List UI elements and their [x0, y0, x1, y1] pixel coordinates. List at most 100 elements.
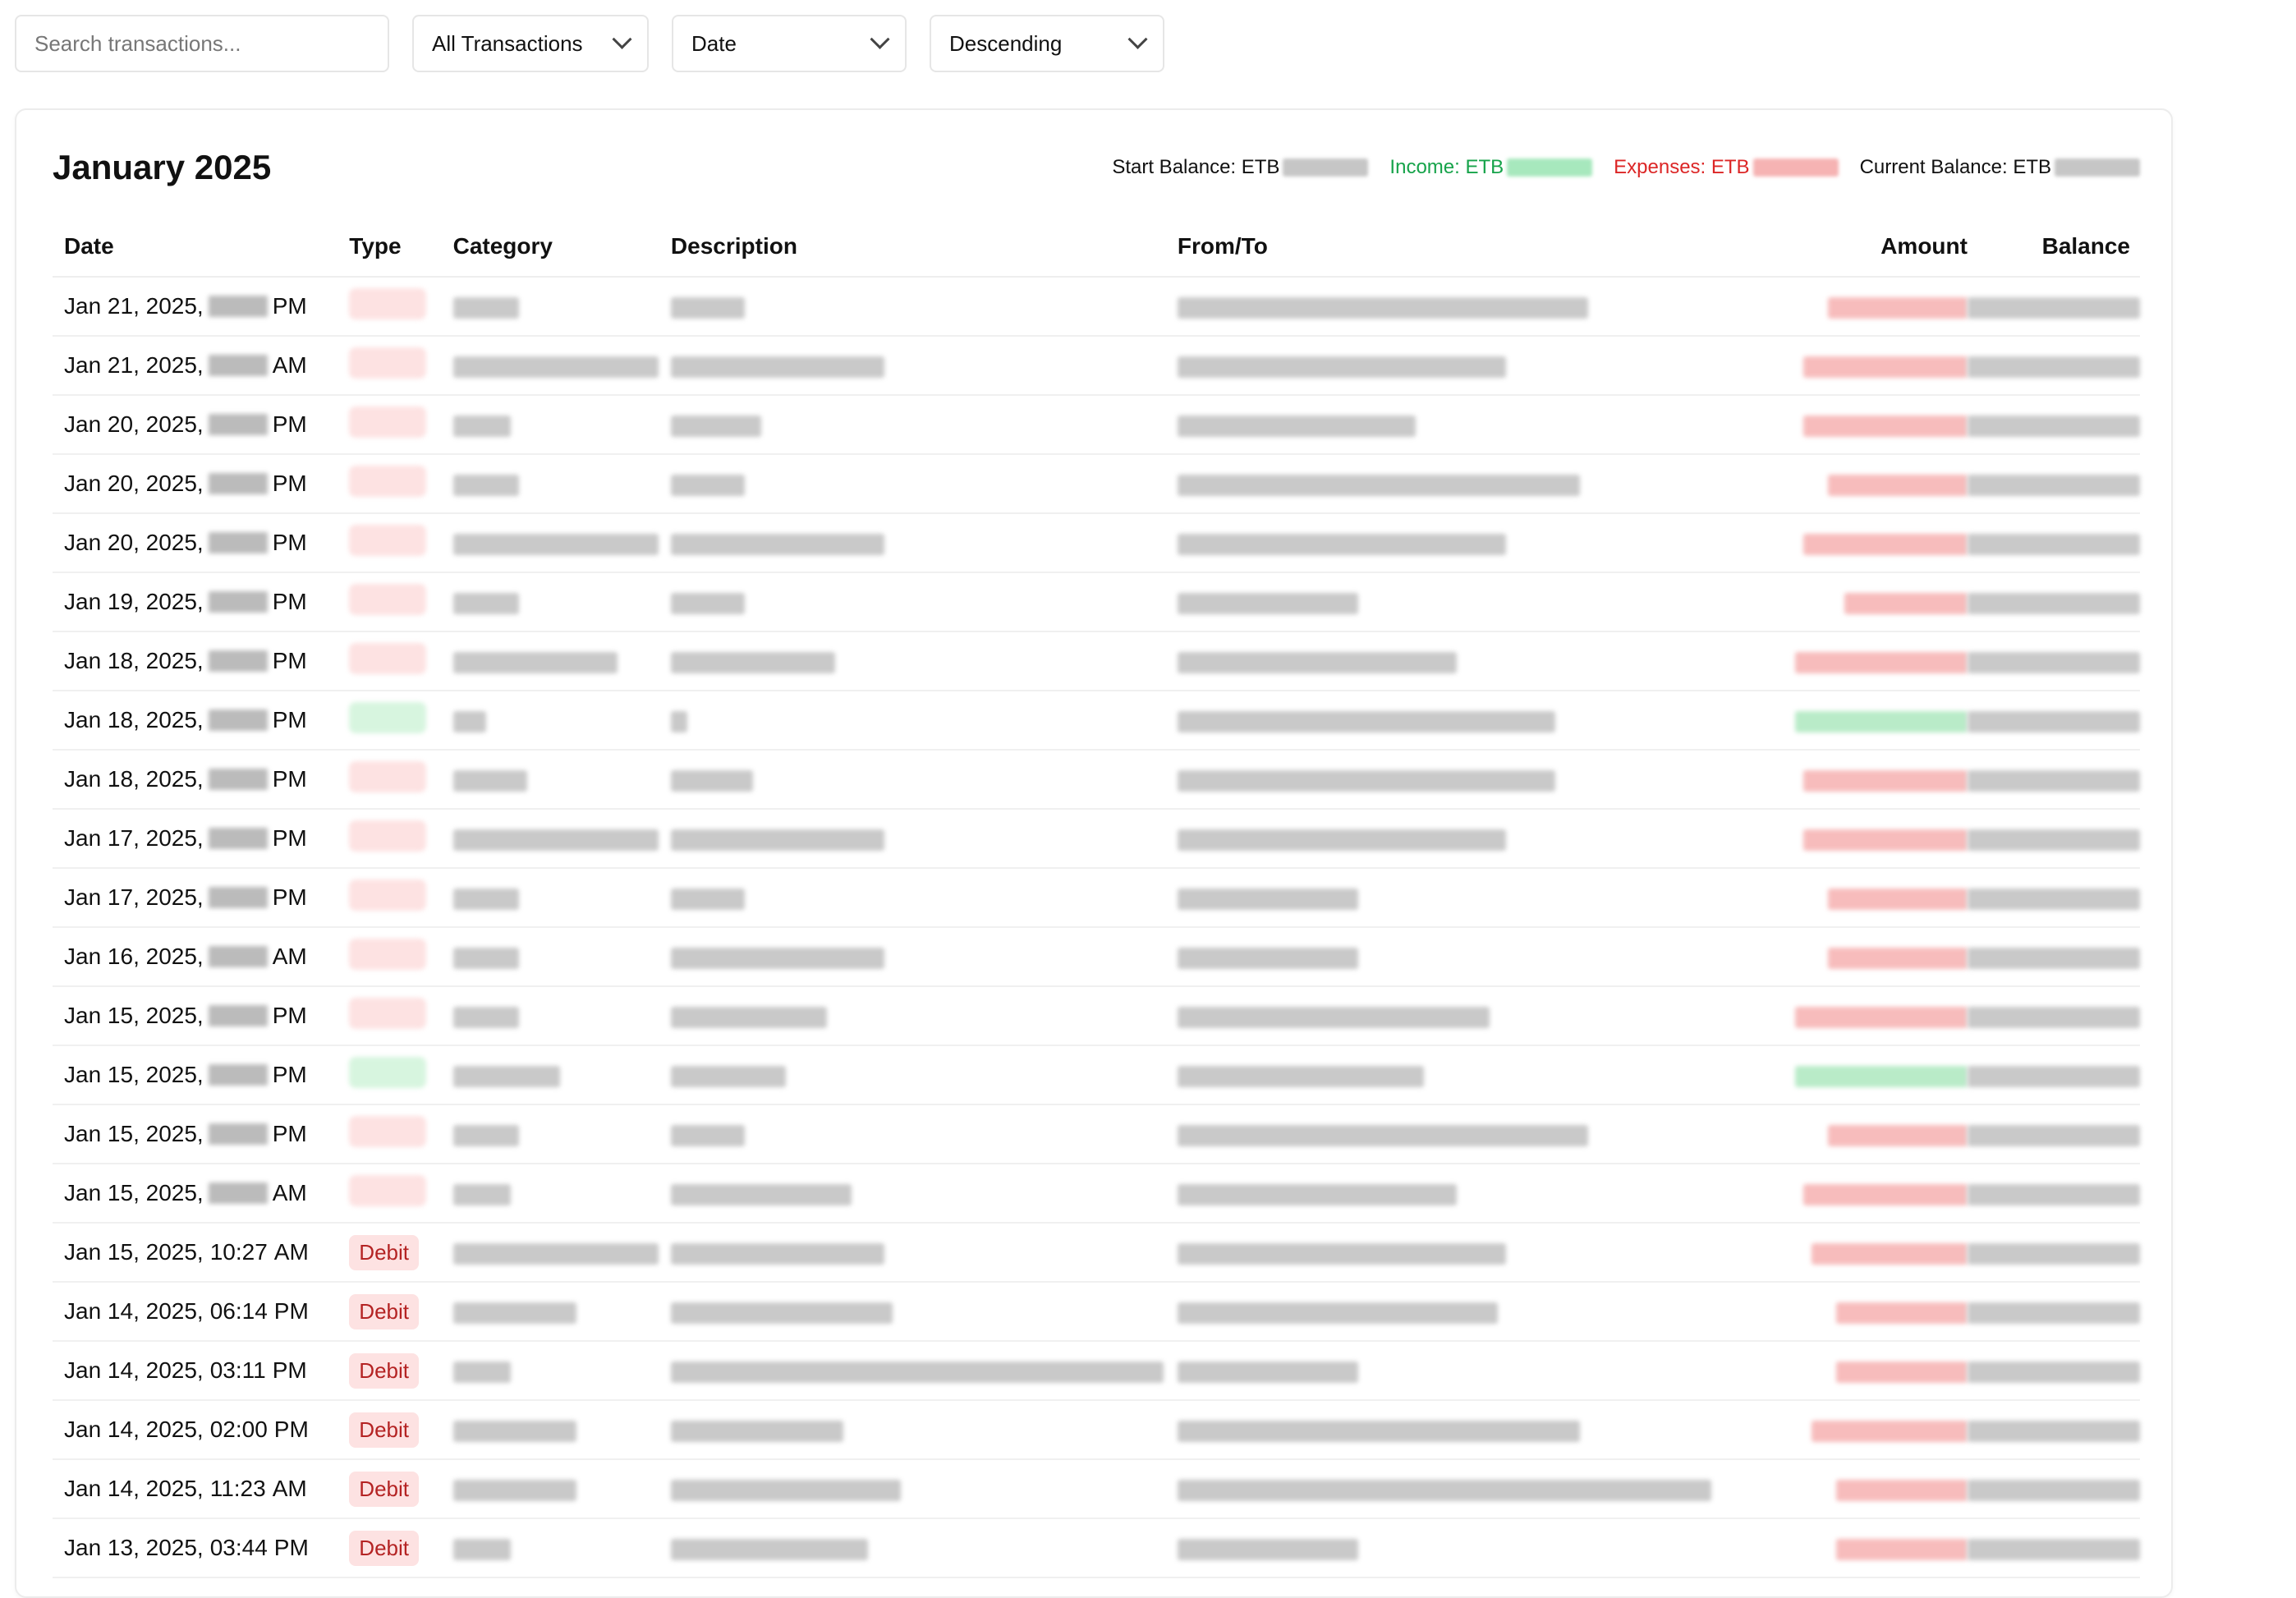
balance-cell	[1967, 927, 2140, 987]
from-to-cell	[1177, 631, 1795, 691]
redacted-balance	[1968, 1538, 2140, 1560]
column-header-amount[interactable]: Amount	[1794, 217, 1968, 278]
date-text: Jan 19, 2025,	[64, 589, 204, 614]
redacted-balance	[1968, 1242, 2140, 1265]
table-row[interactable]: Jan 17, 2025, PM	[53, 809, 2140, 869]
table-row[interactable]: Jan 15, 2025, PM	[53, 986, 2140, 1046]
ampm-text: PM	[272, 589, 307, 614]
table-row[interactable]: Jan 14, 2025, 06:14 PM Debit	[53, 1282, 2140, 1342]
redacted-value	[2055, 158, 2140, 177]
redacted-description	[670, 1538, 868, 1560]
column-header-type[interactable]: Type	[349, 217, 453, 278]
sort-order-select[interactable]: Descending	[930, 15, 1164, 72]
redacted-description	[670, 1183, 852, 1205]
date-value: Jan 16, 2025, AM	[64, 944, 349, 970]
table-row[interactable]: Jan 21, 2025, AM	[53, 336, 2140, 396]
from-to-cell	[1177, 277, 1795, 337]
transaction-type-select[interactable]: All Transactions	[412, 15, 649, 72]
redacted-balance	[1968, 1065, 2140, 1087]
redacted-amount	[1802, 415, 1968, 437]
balance-cell	[1967, 1459, 2140, 1519]
redacted-category	[452, 1420, 576, 1442]
description-cell	[670, 691, 1178, 751]
table-row[interactable]: Jan 18, 2025, PM	[53, 631, 2140, 691]
type-cell	[349, 809, 453, 869]
date-text: Jan 17, 2025,	[64, 884, 204, 910]
from-to-cell	[1177, 395, 1795, 455]
redacted-description	[670, 947, 884, 969]
balance-cell	[1967, 1400, 2140, 1460]
type-badge	[349, 879, 427, 911]
redacted-balance	[1968, 592, 2140, 614]
redacted-amount	[1827, 474, 1968, 496]
from-to-cell	[1177, 1104, 1795, 1164]
balance-cell	[1967, 691, 2140, 751]
table-row[interactable]: Jan 20, 2025, PM	[53, 454, 2140, 514]
redacted-amount	[1794, 651, 1968, 673]
category-cell	[452, 1341, 671, 1401]
table-row[interactable]: Jan 14, 2025, 03:11 PM Debit	[53, 1341, 2140, 1401]
type-badge: Debit	[349, 1352, 419, 1389]
table-row[interactable]: Jan 18, 2025, PM	[53, 691, 2140, 751]
date-text: Jan 18, 2025,	[64, 766, 204, 792]
redacted-balance	[1968, 947, 2140, 969]
balance-cell	[1967, 572, 2140, 632]
table-row[interactable]: Jan 14, 2025, 02:00 PM Debit	[53, 1400, 2140, 1460]
table-row[interactable]: Jan 13, 2025, 03:44 PM Debit	[53, 1518, 2140, 1578]
redacted-time	[208, 1123, 268, 1145]
date-value: Jan 14, 2025, 11:23 AM	[64, 1476, 349, 1502]
redacted-amount	[1802, 1183, 1968, 1205]
table-row[interactable]: Jan 20, 2025, PM	[53, 513, 2140, 573]
date-value: Jan 15, 2025, PM	[64, 1062, 349, 1088]
redacted-category	[452, 1006, 519, 1028]
date-cell: Jan 14, 2025, 11:23 AM	[53, 1459, 350, 1519]
redacted-counterparty	[1177, 592, 1358, 614]
table-row[interactable]: Jan 15, 2025, AM	[53, 1164, 2140, 1224]
search-input[interactable]	[15, 15, 389, 72]
redacted-amount	[1827, 1124, 1968, 1146]
table-row[interactable]: Jan 17, 2025, PM	[53, 868, 2140, 928]
table-row[interactable]: Jan 15, 2025, 10:27 AM Debit	[53, 1223, 2140, 1283]
column-header-description[interactable]: Description	[670, 217, 1178, 278]
redacted-balance	[1968, 533, 2140, 555]
redacted-description	[670, 533, 884, 555]
date-value: Jan 19, 2025, PM	[64, 589, 349, 615]
table-row[interactable]: Jan 21, 2025, PM	[53, 277, 2140, 337]
table-row[interactable]: Jan 15, 2025, PM	[53, 1045, 2140, 1105]
column-header-from-to[interactable]: From/To	[1177, 217, 1795, 278]
table-row[interactable]: Jan 14, 2025, 11:23 AM Debit	[53, 1459, 2140, 1519]
table-row[interactable]: Jan 19, 2025, PM	[53, 572, 2140, 632]
redacted-balance	[1968, 474, 2140, 496]
ampm-text: AM	[272, 944, 307, 969]
table-row[interactable]: Jan 20, 2025, PM	[53, 395, 2140, 455]
sort-field-select[interactable]: Date	[672, 15, 907, 72]
column-header-date[interactable]: Date	[53, 217, 350, 278]
date-cell: Jan 17, 2025, PM	[53, 809, 350, 869]
date-cell: Jan 15, 2025, PM	[53, 986, 350, 1046]
amount-cell	[1794, 1459, 1968, 1519]
date-cell: Jan 14, 2025, 02:00 PM	[53, 1400, 350, 1460]
type-cell: Debit	[349, 1400, 453, 1460]
redacted-balance	[1968, 1124, 2140, 1146]
table-row[interactable]: Jan 15, 2025, PM	[53, 1104, 2140, 1164]
redacted-balance	[1968, 1302, 2140, 1324]
table-row[interactable]: Jan 18, 2025, PM	[53, 750, 2140, 810]
transaction-type-value: All Transactions	[432, 30, 583, 56]
category-cell	[452, 572, 671, 632]
type-badge	[349, 938, 427, 970]
type-cell	[349, 277, 453, 337]
date-value: Jan 14, 2025, 06:14 PM	[64, 1298, 349, 1325]
redacted-counterparty	[1177, 769, 1555, 792]
date-value: Jan 15, 2025, 10:27 AM	[64, 1239, 349, 1265]
month-title: January 2025	[53, 148, 272, 186]
redacted-counterparty	[1177, 1361, 1358, 1383]
income-label: Income: ETB	[1389, 156, 1504, 178]
column-header-balance[interactable]: Balance	[1967, 217, 2140, 278]
balance-cell	[1967, 1164, 2140, 1224]
category-cell	[452, 277, 671, 337]
column-header-category[interactable]: Category	[452, 217, 671, 278]
redacted-time	[208, 828, 268, 849]
redacted-value	[1507, 158, 1593, 177]
table-row[interactable]: Jan 16, 2025, AM	[53, 927, 2140, 987]
month-summary: Start Balance: ETB Income: ETB Expenses:…	[1112, 156, 2140, 179]
